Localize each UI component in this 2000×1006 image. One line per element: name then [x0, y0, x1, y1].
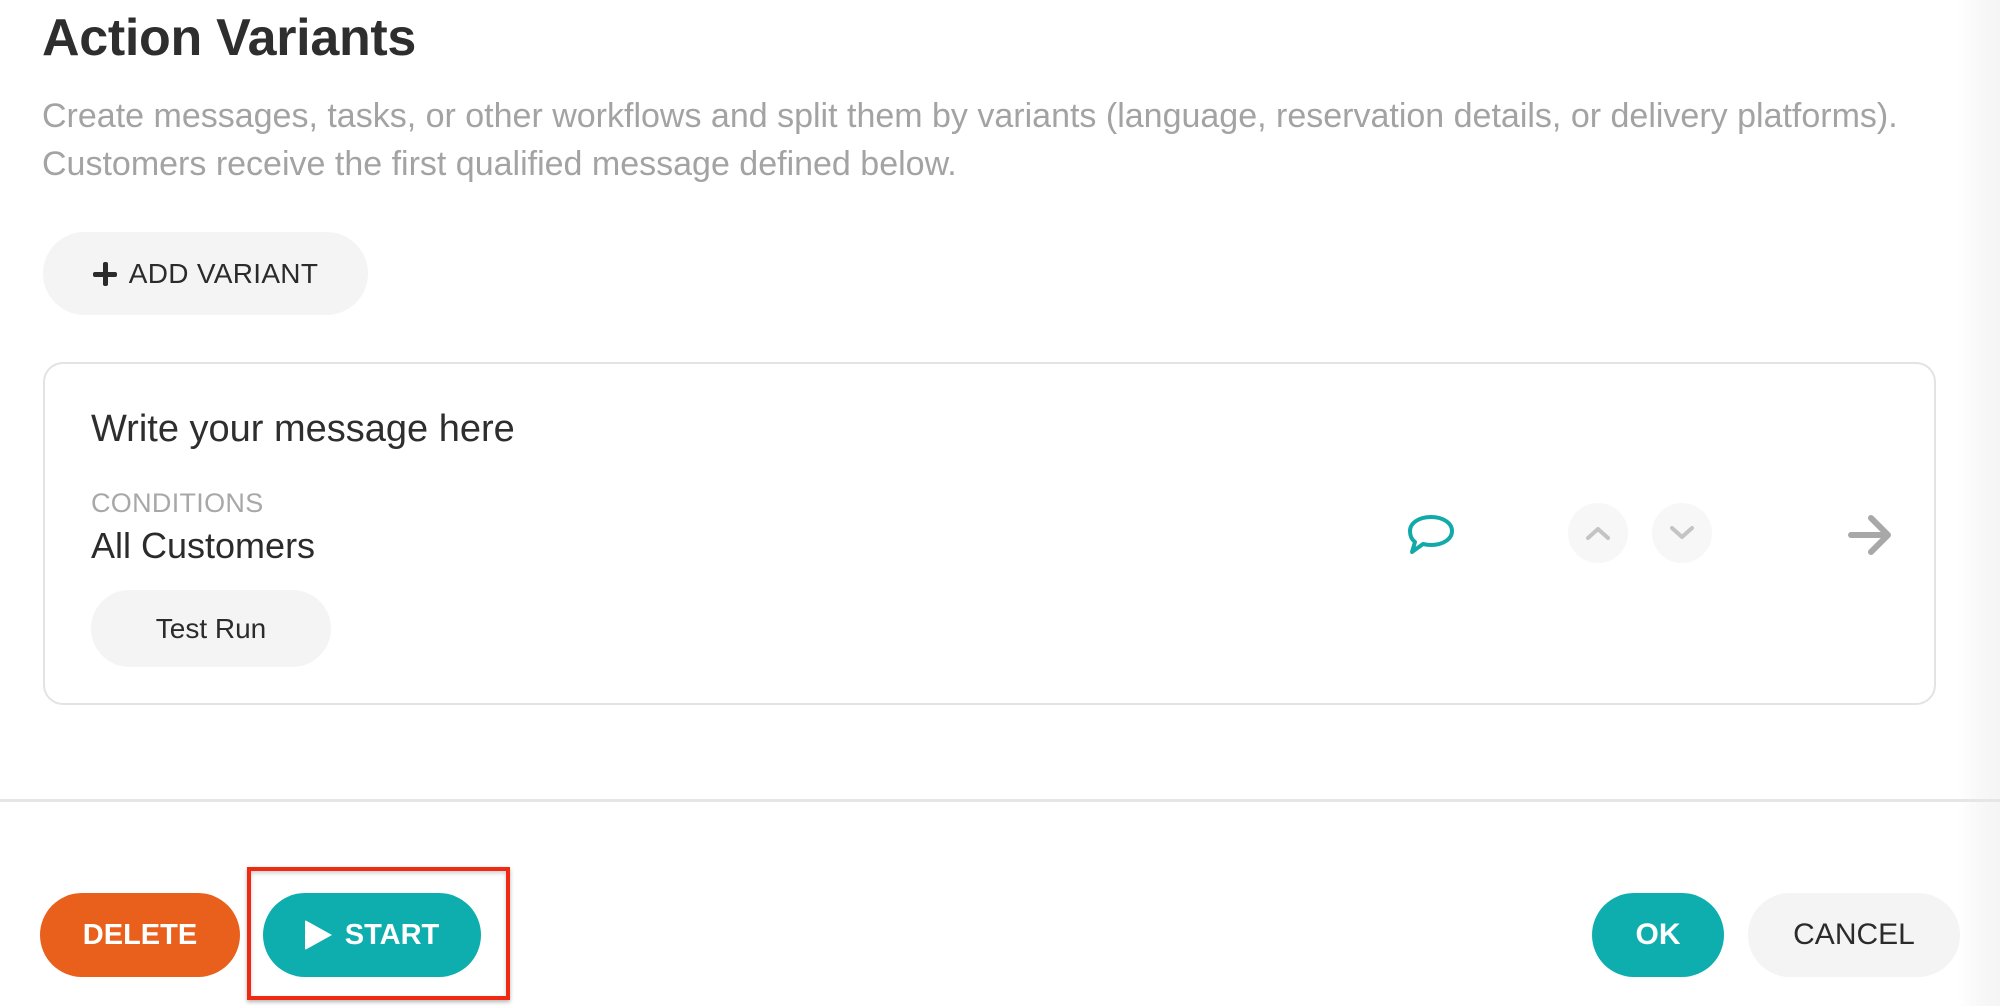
conditions-value: All Customers	[91, 525, 316, 566]
move-up-button[interactable]	[1568, 503, 1628, 563]
ok-button[interactable]: OK	[1592, 893, 1724, 977]
move-down-button[interactable]	[1652, 503, 1712, 563]
chevron-up-icon	[1586, 527, 1610, 540]
start-label: START	[344, 918, 440, 951]
action-variants-page: Action Variants Create messages, tasks, …	[0, 0, 2000, 1006]
plus-icon	[92, 261, 117, 286]
variant-card: Write your message here CONDITIONS All C…	[43, 362, 1936, 705]
play-icon	[304, 920, 332, 950]
arrow-right-icon[interactable]	[1847, 513, 1893, 557]
footer-divider	[0, 799, 2000, 802]
speech-bubble-icon[interactable]	[1406, 513, 1456, 557]
right-edge-shadow	[1958, 0, 2000, 1006]
variant-message[interactable]: Write your message here	[91, 408, 515, 451]
cancel-button[interactable]: CANCEL	[1748, 893, 1960, 977]
delete-button[interactable]: DELETE	[40, 893, 240, 977]
add-variant-button[interactable]: ADD VARIANT	[43, 232, 368, 315]
conditions-label: CONDITIONS	[91, 488, 264, 518]
start-button[interactable]: START	[263, 893, 481, 977]
page-title: Action Variants	[42, 9, 417, 67]
add-variant-label: ADD VARIANT	[128, 257, 319, 289]
chevron-down-icon	[1670, 526, 1694, 539]
page-description: Create messages, tasks, or other workflo…	[42, 97, 1898, 183]
test-run-button[interactable]: Test Run	[91, 590, 331, 667]
